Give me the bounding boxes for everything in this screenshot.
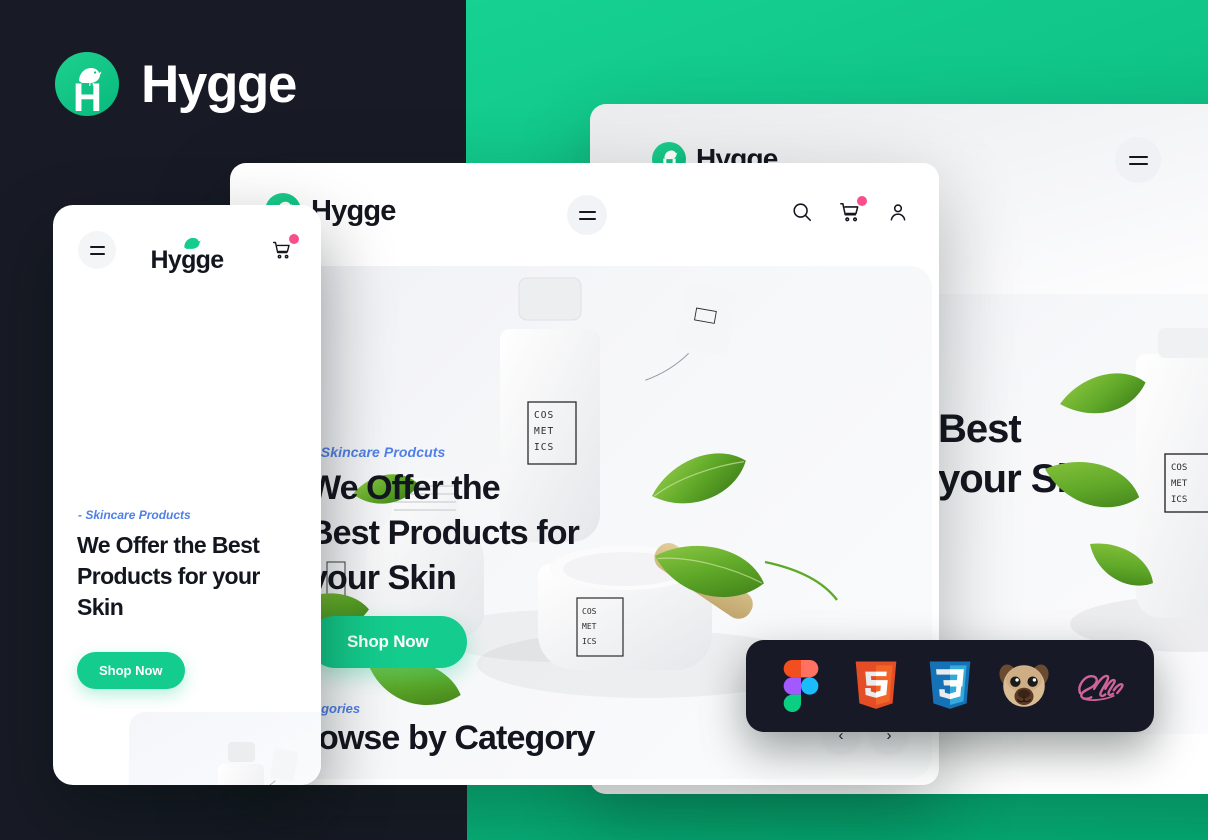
tablet-hero-eyebrow: - Skincare Prodcuts	[312, 444, 446, 460]
mobile-product-scene	[218, 742, 299, 785]
cart-icon[interactable]	[837, 196, 867, 225]
desktop-hamburger-icon[interactable]	[1115, 137, 1161, 183]
hamburger-bar	[89, 245, 105, 248]
hamburger-bar	[578, 217, 596, 220]
css3-icon	[924, 660, 976, 712]
cart-badge-dot	[289, 234, 299, 244]
hamburger-bar	[1128, 155, 1148, 158]
brand-lockup: H Hygge	[55, 52, 297, 116]
tablet-hamburger-icon[interactable]	[567, 195, 607, 235]
showcase-canvas: H Hygge H Hygge Best your Skin	[0, 0, 1208, 840]
tablet-logo-text: Hygge	[311, 194, 396, 227]
tablet-category-title: Browse by Category	[282, 719, 595, 757]
hamburger-bar	[1128, 162, 1148, 165]
cart-badge-dot	[857, 196, 867, 206]
hamburger-bar	[89, 252, 105, 255]
hamburger-bar	[578, 210, 596, 213]
mobile-cart-icon[interactable]	[269, 234, 299, 263]
sass-icon	[1073, 660, 1125, 712]
mobile-hero-title: We Offer the Best Products for your Skin	[77, 532, 260, 621]
html5-icon	[850, 660, 902, 712]
svg-text:ICS: ICS	[582, 637, 597, 646]
svg-text:MET: MET	[1171, 479, 1188, 489]
svg-text:COS: COS	[582, 607, 597, 616]
brand-name: Hygge	[141, 54, 297, 114]
figma-icon	[775, 660, 827, 712]
mobile-hamburger-icon[interactable]	[78, 231, 116, 269]
mobile-mockup: Hygge - Skincare Products We Offer the B…	[53, 205, 321, 785]
brand-logo-letter: H	[73, 75, 102, 116]
user-icon[interactable]	[885, 199, 911, 225]
tech-stack-bar	[746, 640, 1154, 732]
mobile-shop-now-button[interactable]: Shop Now	[77, 652, 185, 689]
mobile-logo-text: Hygge	[150, 246, 225, 274]
mobile-hero-eyebrow: - Skincare Products	[78, 508, 191, 522]
svg-text:ICS: ICS	[1171, 495, 1187, 505]
mobile-product-photo	[129, 712, 321, 785]
svg-text:COS: COS	[534, 410, 554, 421]
mobile-logo[interactable]: Hygge	[151, 235, 224, 275]
brand-logo-mark: H	[55, 52, 119, 116]
svg-text:MET: MET	[582, 622, 597, 631]
tablet-hero-title: We Offer the Best Products for your Skin	[309, 469, 580, 598]
tablet-header-actions	[789, 196, 911, 225]
svg-text:COS: COS	[1171, 463, 1187, 473]
bird-icon	[664, 150, 678, 160]
svg-text:MET: MET	[534, 426, 554, 437]
svg-text:ICS: ICS	[534, 442, 554, 453]
search-icon[interactable]	[789, 199, 815, 225]
pug-icon	[998, 660, 1050, 712]
tablet-shop-now-button[interactable]: Shop Now	[309, 616, 467, 668]
bird-icon	[79, 68, 102, 86]
background-dark-footer-strip	[0, 784, 467, 840]
